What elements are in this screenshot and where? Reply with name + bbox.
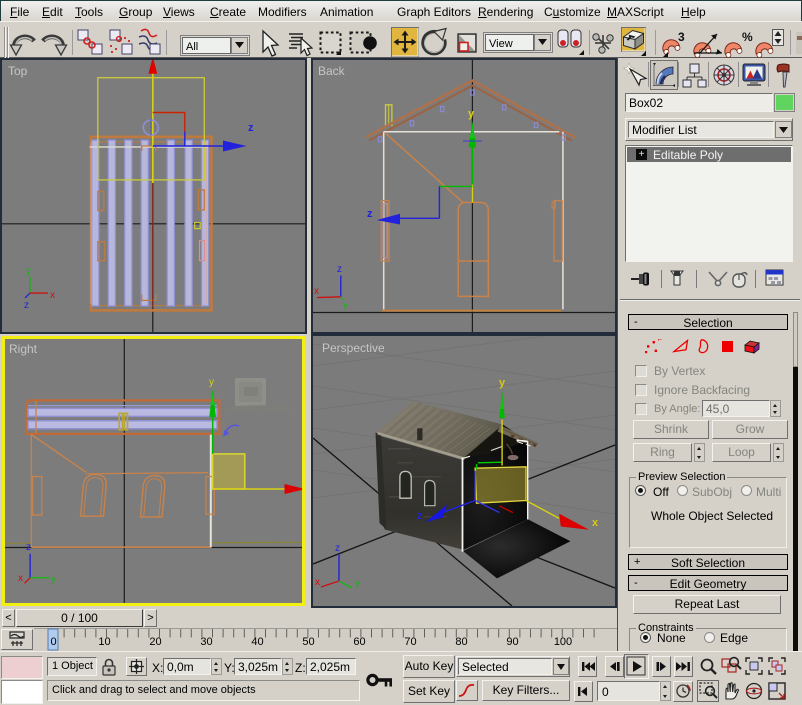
svg-text:Back: Back [318,64,346,78]
svg-text:z: z [417,510,423,522]
svg-text:x: x [314,286,319,297]
svg-text:x: x [18,573,23,584]
svg-text:y: y [26,266,31,277]
svg-text:40: 40 [251,636,263,648]
svg-text:x: x [50,290,55,301]
svg-text:0: 0 [50,636,56,648]
svg-text:Top: Top [8,64,28,78]
svg-text:20: 20 [149,636,161,648]
svg-text:90: 90 [506,636,518,648]
svg-text:Right: Right [9,342,38,356]
svg-text:Perspective: Perspective [322,341,385,355]
svg-text:All: All [186,41,198,53]
svg-text:z: z [367,208,373,220]
svg-text:100: 100 [554,636,572,648]
svg-text:y: y [51,574,56,585]
svg-text:10: 10 [98,636,110,648]
svg-text:x: x [592,517,599,529]
svg-text:View: View [489,38,513,50]
svg-text:y: y [355,578,360,589]
svg-text:x: x [315,577,320,588]
svg-text:70: 70 [404,636,416,648]
svg-text:z: z [248,122,254,134]
svg-text:%: % [742,30,753,44]
svg-text:30: 30 [200,636,212,648]
svg-text:80: 80 [455,636,467,648]
svg-text:3: 3 [678,30,685,44]
svg-text:y: y [468,108,475,120]
svg-text:z: z [337,264,342,275]
svg-text:z: z [24,300,29,311]
svg-text:z: z [335,543,340,554]
svg-text:60: 60 [353,636,365,648]
svg-text:y: y [499,377,506,389]
svg-text:50: 50 [302,636,314,648]
svg-text:z: z [26,542,31,553]
svg-text:y: y [209,377,214,388]
svg-text:y: y [343,300,348,311]
